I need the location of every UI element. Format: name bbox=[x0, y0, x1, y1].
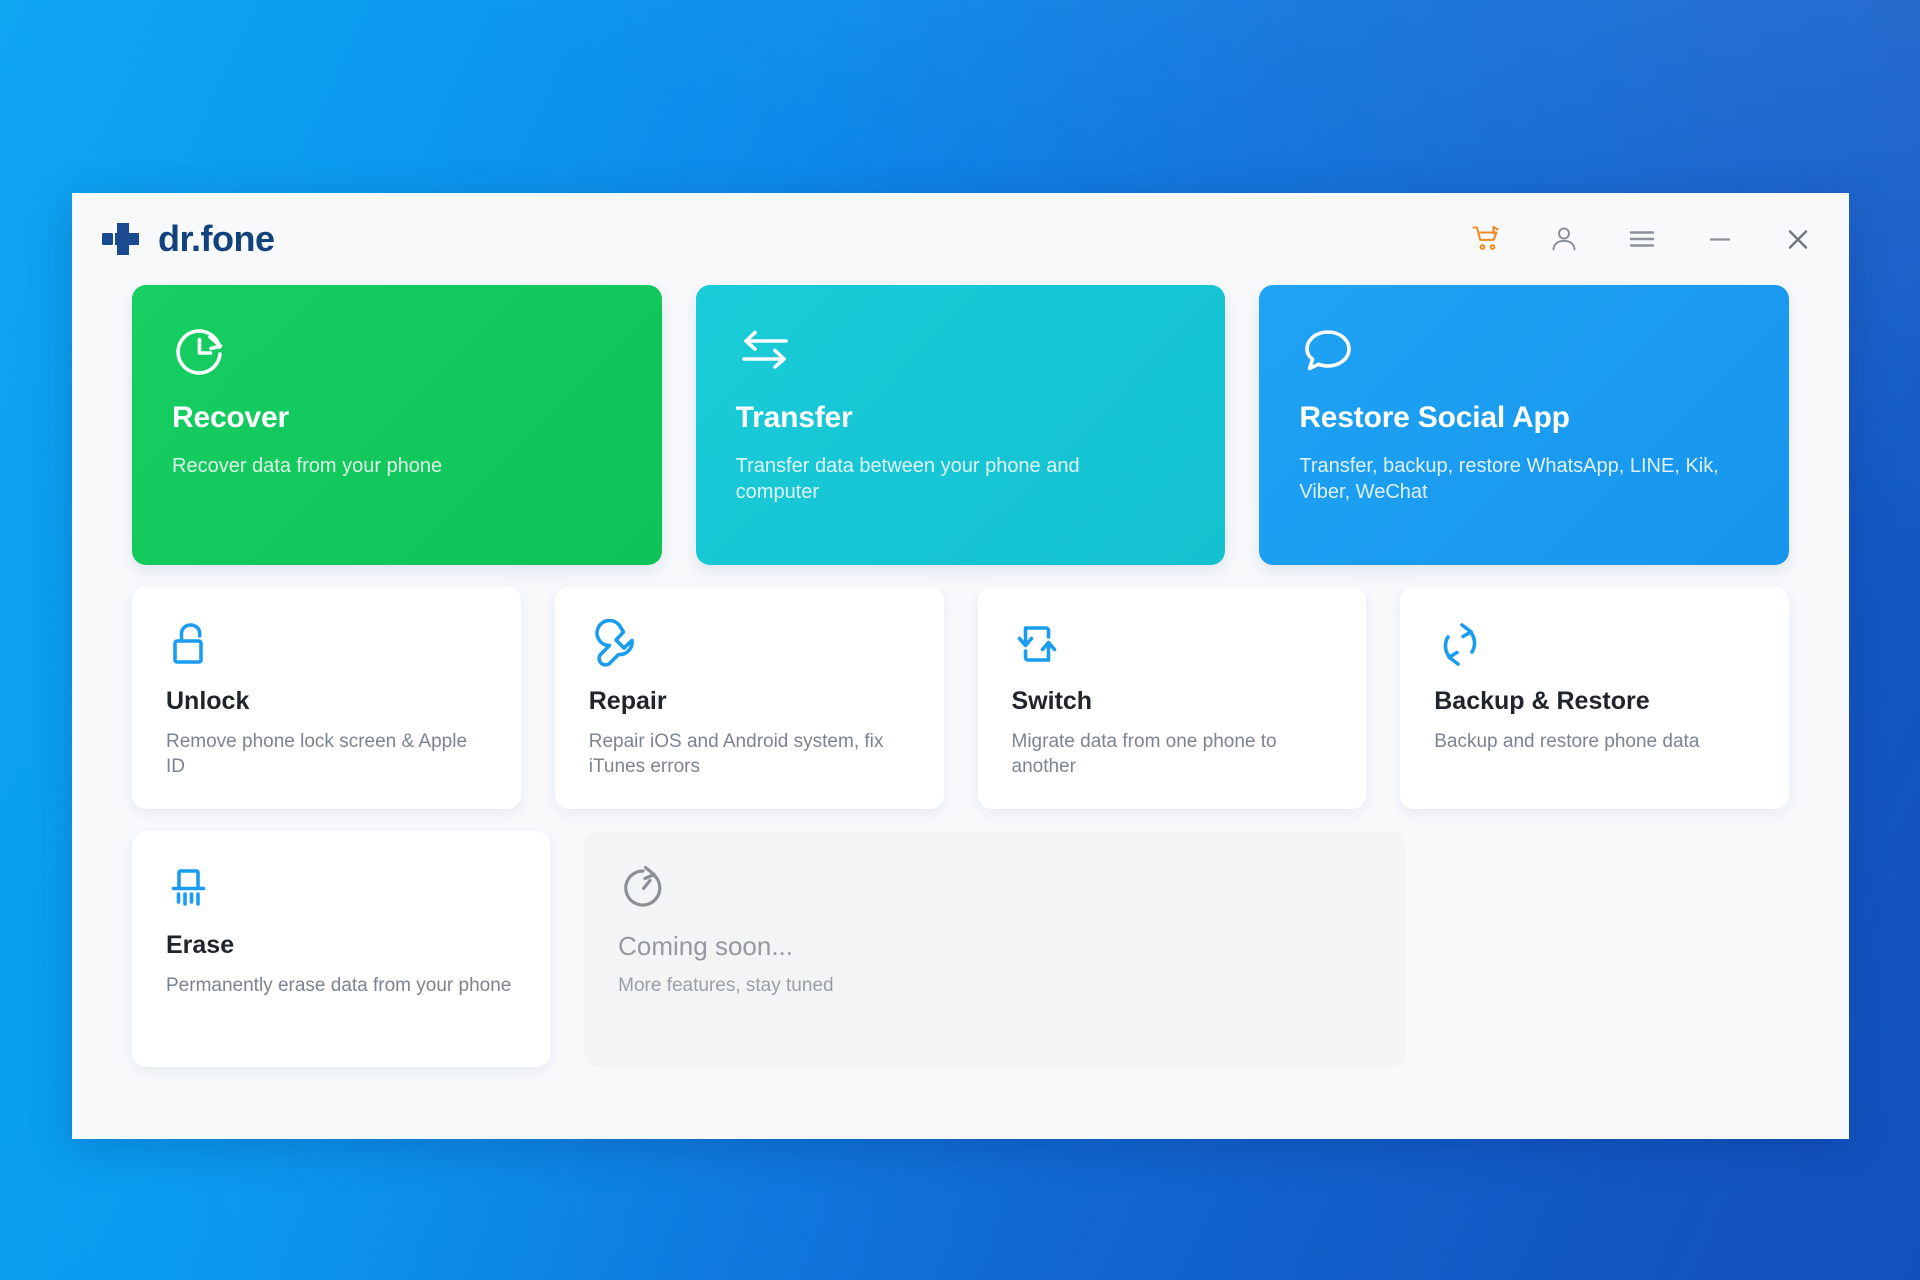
card-restore-social-app[interactable]: Restore Social App Transfer, backup, res… bbox=[1259, 285, 1790, 565]
card-unlock[interactable]: Unlock Remove phone lock screen & Apple … bbox=[132, 587, 521, 809]
unlock-padlock-icon bbox=[166, 619, 487, 671]
app-window: dr.fone Recover Recover data from your p… bbox=[72, 193, 1849, 1139]
card-description: Transfer data between your phone and com… bbox=[735, 455, 1080, 503]
card-description: More features, stay tuned bbox=[618, 975, 834, 996]
title-bar: dr.fone bbox=[72, 193, 1849, 285]
card-title: Backup & Restore bbox=[1434, 687, 1650, 715]
clock-restore-icon bbox=[172, 323, 622, 381]
card-title: Restore Social App bbox=[1299, 401, 1570, 434]
stopwatch-icon bbox=[618, 863, 1371, 915]
card-recover[interactable]: Recover Recover data from your phone bbox=[132, 285, 662, 565]
card-description: Recover data from your phone bbox=[172, 455, 443, 477]
card-transfer[interactable]: Transfer Transfer data between your phon… bbox=[695, 285, 1226, 565]
account-icon[interactable] bbox=[1547, 222, 1581, 256]
card-description: Permanently erase data from your phone bbox=[166, 975, 512, 996]
bottom-row-spacer bbox=[1439, 831, 1789, 1067]
minimize-icon[interactable] bbox=[1703, 222, 1737, 256]
close-icon[interactable] bbox=[1781, 222, 1815, 256]
shredder-icon bbox=[166, 863, 516, 915]
card-title: Switch bbox=[1011, 687, 1093, 715]
wrench-icon bbox=[589, 619, 910, 671]
chat-bubble-icon bbox=[1299, 323, 1749, 381]
menu-icon[interactable] bbox=[1625, 222, 1659, 256]
card-title: Coming soon... bbox=[618, 931, 793, 961]
card-description: Migrate data from one phone to another bbox=[1011, 731, 1277, 778]
phone-switch-icon bbox=[1012, 619, 1333, 671]
feature-grid: Recover Recover data from your phone Tra… bbox=[72, 285, 1849, 1067]
card-title: Recover bbox=[172, 401, 290, 434]
sync-circle-icon bbox=[1434, 619, 1755, 671]
window-controls bbox=[1469, 222, 1815, 256]
brand-name: dr.fone bbox=[158, 218, 275, 259]
card-title: Unlock bbox=[166, 687, 250, 715]
brand: dr.fone bbox=[102, 218, 275, 260]
transfer-arrows-icon bbox=[736, 323, 1186, 381]
card-description: Transfer, backup, restore WhatsApp, LINE… bbox=[1299, 455, 1719, 503]
tile-row: Unlock Remove phone lock screen & Apple … bbox=[102, 565, 1819, 809]
card-coming-soon: Coming soon... More features, stay tuned bbox=[584, 831, 1405, 1067]
card-switch[interactable]: Switch Migrate data from one phone to an… bbox=[977, 587, 1367, 809]
hero-row: Recover Recover data from your phone Tra… bbox=[102, 285, 1819, 565]
cross-plus-logo-icon bbox=[102, 218, 144, 260]
card-repair[interactable]: Repair Repair iOS and Android system, fi… bbox=[554, 587, 944, 809]
card-title: Repair bbox=[588, 687, 667, 715]
card-erase[interactable]: Erase Permanently erase data from your p… bbox=[132, 831, 551, 1067]
card-backup-restore[interactable]: Backup & Restore Backup and restore phon… bbox=[1400, 587, 1789, 809]
card-title: Erase bbox=[166, 931, 235, 959]
card-description: Backup and restore phone data bbox=[1434, 731, 1700, 752]
card-description: Repair iOS and Android system, fix iTune… bbox=[588, 731, 884, 778]
bottom-row: Erase Permanently erase data from your p… bbox=[102, 809, 1819, 1067]
cart-icon[interactable] bbox=[1469, 222, 1503, 256]
card-title: Transfer bbox=[735, 401, 853, 434]
card-description: Remove phone lock screen & Apple ID bbox=[166, 731, 468, 778]
